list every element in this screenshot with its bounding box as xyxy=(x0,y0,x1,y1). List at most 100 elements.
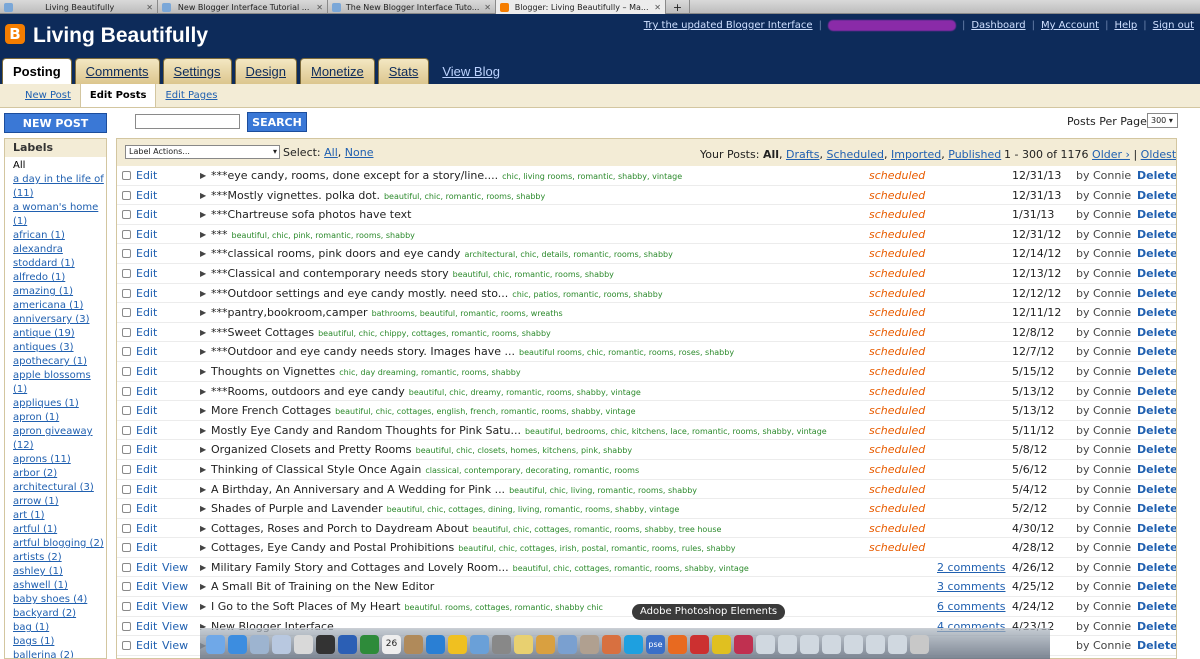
expand-triangle-icon[interactable]: ▶ xyxy=(200,249,206,258)
label-link[interactable]: bag (1) xyxy=(13,621,106,635)
search-input[interactable] xyxy=(135,114,240,129)
delete-link[interactable]: Delete xyxy=(1137,287,1176,300)
doc-icon[interactable] xyxy=(866,634,885,654)
notes-icon[interactable] xyxy=(514,634,533,654)
expand-triangle-icon[interactable]: ▶ xyxy=(200,347,206,356)
photoshop-elements-icon[interactable]: pse xyxy=(646,634,665,654)
delete-link[interactable]: Delete xyxy=(1137,228,1176,241)
garageband-icon[interactable] xyxy=(448,634,467,654)
edit-link[interactable]: Edit xyxy=(136,287,157,300)
post-checkbox[interactable] xyxy=(122,249,131,259)
expand-triangle-icon[interactable]: ▶ xyxy=(200,504,206,513)
label-link[interactable]: antique (19) xyxy=(13,327,106,341)
delete-link[interactable]: Delete xyxy=(1137,365,1176,378)
delete-link[interactable]: Delete xyxy=(1137,561,1176,574)
delete-link[interactable]: Delete xyxy=(1137,600,1176,613)
label-link[interactable]: antiques (3) xyxy=(13,341,106,355)
edit-link[interactable]: Edit xyxy=(136,463,157,476)
finder-icon[interactable] xyxy=(206,634,225,654)
expand-triangle-icon[interactable]: ▶ xyxy=(200,426,206,435)
browser-tab-active[interactable]: Blogger: Living Beautifully – Ma... ✕ xyxy=(496,0,666,14)
browser-tab[interactable]: Living Beautifully ✕ xyxy=(0,0,158,14)
edit-link[interactable]: Edit xyxy=(136,443,157,456)
close-icon[interactable]: ✕ xyxy=(146,1,153,14)
post-checkbox[interactable] xyxy=(122,366,131,376)
edit-link[interactable]: Edit xyxy=(136,404,157,417)
expand-triangle-icon[interactable]: ▶ xyxy=(200,445,206,454)
safari-icon[interactable] xyxy=(228,634,247,654)
post-checkbox[interactable] xyxy=(122,445,131,455)
post-title[interactable]: ***pantry,bookroom,camper bathrooms, beau… xyxy=(211,306,563,319)
label-link[interactable]: arbor (2) xyxy=(13,467,106,481)
expand-triangle-icon[interactable]: ▶ xyxy=(200,543,206,552)
expand-triangle-icon[interactable]: ▶ xyxy=(200,387,206,396)
edit-link[interactable]: Edit xyxy=(136,306,157,319)
label-link[interactable]: amazing (1) xyxy=(13,285,106,299)
delete-link[interactable]: Delete xyxy=(1137,169,1176,182)
stickies-icon[interactable] xyxy=(536,634,555,654)
app-icon[interactable] xyxy=(690,634,709,654)
tab-comments[interactable]: Comments xyxy=(74,58,160,84)
my-account-link[interactable]: My Account xyxy=(1041,20,1099,31)
post-title[interactable]: *** beautiful, chic, pink, romantic, room… xyxy=(211,228,415,241)
view-link[interactable]: View xyxy=(162,639,188,652)
delete-link[interactable]: Delete xyxy=(1137,463,1176,476)
delete-link[interactable]: Delete xyxy=(1137,306,1176,319)
post-checkbox[interactable] xyxy=(122,386,131,396)
post-title[interactable]: A Birthday, An Anniversary and A Wedding… xyxy=(211,483,697,496)
edit-link[interactable]: Edit xyxy=(136,561,157,574)
post-checkbox[interactable] xyxy=(122,504,131,514)
view-link[interactable]: View xyxy=(162,600,188,613)
tab-stats[interactable]: Stats xyxy=(377,58,430,84)
edit-link[interactable]: Edit xyxy=(136,580,157,593)
edit-link[interactable]: Edit xyxy=(136,639,157,652)
browser-tab[interactable]: The New Blogger Interface Tuto... ✕ xyxy=(328,0,496,14)
label-link[interactable]: apothecary (1) xyxy=(13,355,106,369)
label-link[interactable]: architectural (3) xyxy=(13,481,106,495)
post-title[interactable]: Thinking of Classical Style Once Again cl… xyxy=(211,463,639,476)
posts-per-page-select[interactable]: 300 ▾ xyxy=(1147,113,1178,128)
doc-icon[interactable] xyxy=(756,634,775,654)
system-prefs-icon[interactable] xyxy=(492,634,511,654)
label-link[interactable]: bags (1) xyxy=(13,635,106,649)
expand-triangle-icon[interactable]: ▶ xyxy=(200,485,206,494)
post-title[interactable]: Organized Closets and Pretty Rooms beauti… xyxy=(211,443,632,456)
edit-link[interactable]: Edit xyxy=(136,522,157,535)
post-title[interactable]: Cottages, Roses and Porch to Daydream Ab… xyxy=(211,522,721,535)
preview-icon[interactable] xyxy=(294,634,313,654)
post-checkbox[interactable] xyxy=(122,308,131,318)
label-link[interactable]: a woman's home (1) xyxy=(13,201,106,229)
edit-link[interactable]: Edit xyxy=(136,326,157,339)
delete-link[interactable]: Delete xyxy=(1137,208,1176,221)
firefox-icon[interactable] xyxy=(668,634,687,654)
edit-link[interactable]: Edit xyxy=(136,365,157,378)
delete-link[interactable]: Delete xyxy=(1137,267,1176,280)
doc-icon[interactable] xyxy=(822,634,841,654)
expand-triangle-icon[interactable]: ▶ xyxy=(200,563,206,572)
label-link[interactable]: baby shoes (4) xyxy=(13,593,106,607)
edit-link[interactable]: Edit xyxy=(136,267,157,280)
post-title[interactable]: ***eye candy, rooms, done except for a s… xyxy=(211,169,682,182)
label-link[interactable]: artists (2) xyxy=(13,551,106,565)
label-link[interactable]: apron (1) xyxy=(13,411,106,425)
delete-link[interactable]: Delete xyxy=(1137,483,1176,496)
post-checkbox[interactable] xyxy=(122,641,131,651)
edit-link[interactable]: Edit xyxy=(136,228,157,241)
dashboard-icon[interactable] xyxy=(316,634,335,654)
label-link[interactable]: ballerina (2) xyxy=(13,649,106,658)
label-link[interactable]: artful (1) xyxy=(13,523,106,537)
app-icon[interactable] xyxy=(712,634,731,654)
post-checkbox[interactable] xyxy=(122,425,131,435)
label-link[interactable]: backyard (2) xyxy=(13,607,106,621)
view-link[interactable]: View xyxy=(162,620,188,633)
label-link[interactable]: apron giveaway (12) xyxy=(13,425,106,453)
post-checkbox[interactable] xyxy=(122,327,131,337)
delete-link[interactable]: Delete xyxy=(1137,404,1176,417)
expand-triangle-icon[interactable]: ▶ xyxy=(200,230,206,239)
expand-triangle-icon[interactable]: ▶ xyxy=(200,406,206,415)
tab-design[interactable]: Design xyxy=(234,58,297,84)
new-tab-button[interactable]: + xyxy=(666,0,690,14)
label-link[interactable]: ashwell (1) xyxy=(13,579,106,593)
app-icon[interactable] xyxy=(734,634,753,654)
post-title[interactable]: Shades of Purple and Lavender beautiful, … xyxy=(211,502,679,515)
